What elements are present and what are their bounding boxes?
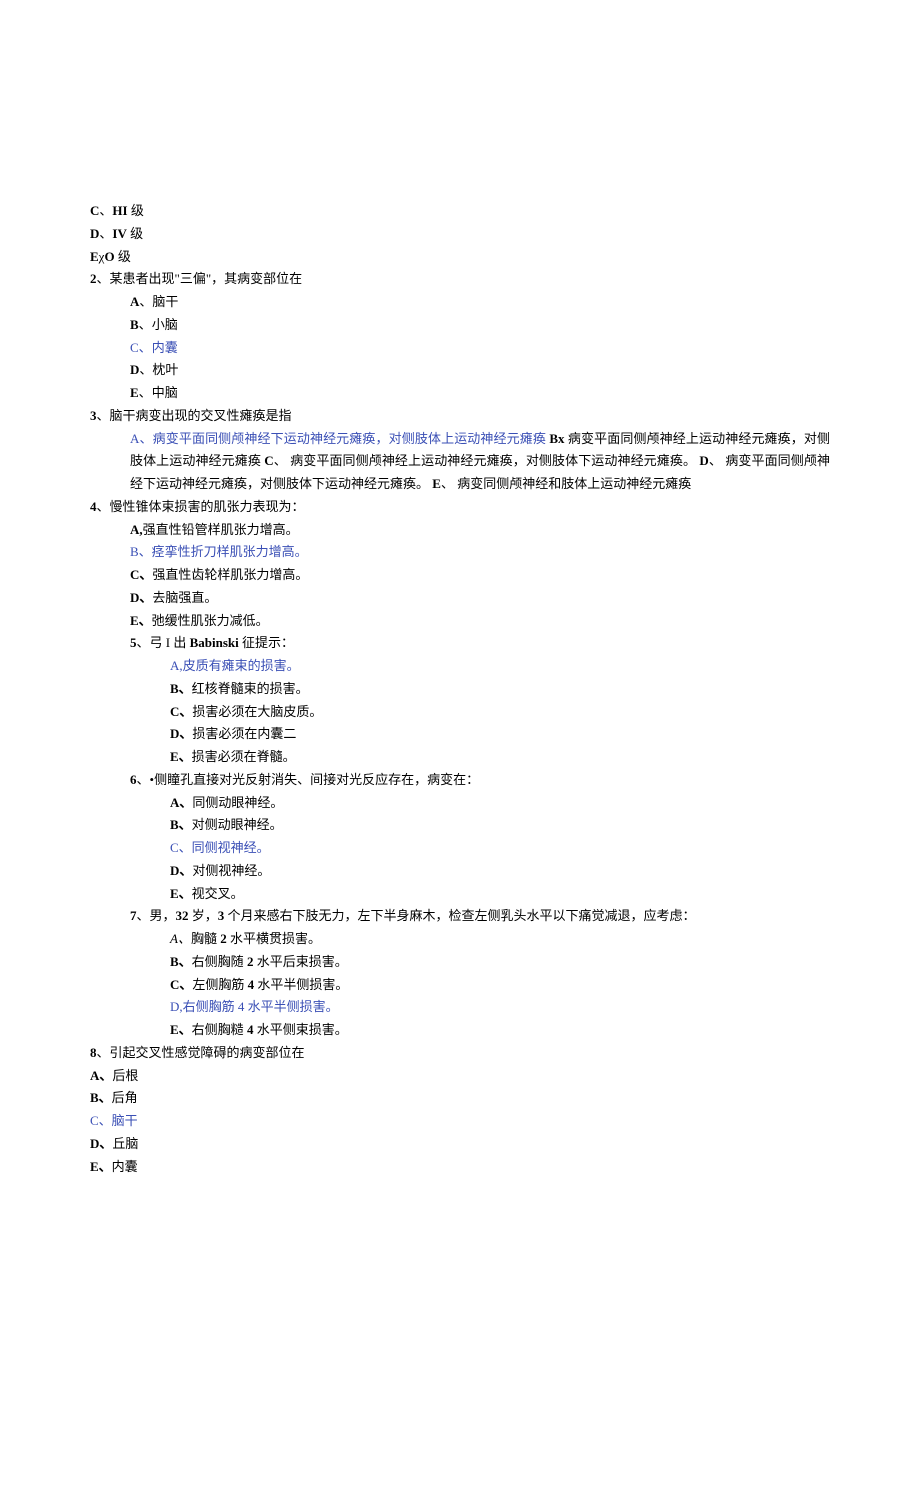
q7-option-d: D,右侧胸筋 4 水平半侧损害。 <box>170 996 830 1019</box>
q8-option-d: D、丘脑 <box>90 1133 830 1156</box>
opt-bold: IV <box>112 226 126 241</box>
q4-stem: 4、慢性锥体束损害的肌张力表现为： <box>90 496 830 519</box>
q6-option-e: E、视交叉。 <box>170 883 830 906</box>
q7-stem: 7、男，32 岁，3 个月来感右下肢无力，左下半身麻木，检查左侧乳头水平以下痛觉… <box>130 905 830 928</box>
q2-stem: 2、某患者出现"三偏"，其病变部位在 <box>90 268 830 291</box>
q2-option-b: B、小脑 <box>130 314 830 337</box>
q4-option-e: E、弛缓性肌张力减低。 <box>130 610 830 633</box>
q8-option-c: C、脑干 <box>90 1110 830 1133</box>
opt-bold: O <box>104 249 114 264</box>
q6-option-b: B、对侧动眼神经。 <box>170 814 830 837</box>
q7-option-c: C、左侧胸筋 4 水平半侧损害。 <box>170 974 830 997</box>
prefix-option-c: C、HI 级 <box>90 200 830 223</box>
q8-option-a: A、后根 <box>90 1065 830 1088</box>
q5-option-b: B、红核脊髓束的损害。 <box>170 678 830 701</box>
q4-option-a: A,强直性铅管样肌张力增高。 <box>130 519 830 542</box>
opt-bold: HI <box>112 203 127 218</box>
q6-option-d: D、对侧视神经。 <box>170 860 830 883</box>
opt-key: C <box>90 203 99 218</box>
q5-option-e: E、损害必须在脊髓。 <box>170 746 830 769</box>
q8-stem: 8、引起交叉性感觉障碍的病变部位在 <box>90 1042 830 1065</box>
q6-stem: 6、•侧瞳孔直接对光反射消失、间接对光反应存在，病变在： <box>130 769 830 792</box>
q-text: 引起交叉性感觉障碍的病变部位在 <box>110 1045 305 1060</box>
q5-option-d: D、损害必须在内囊二 <box>170 723 830 746</box>
q3-stem: 3、脑干病变出现的交叉性瘫痪是指 <box>90 405 830 428</box>
q8-option-e: E、内囊 <box>90 1156 830 1179</box>
q2-option-d: D、枕叶 <box>130 359 830 382</box>
q2-option-a: A、脑干 <box>130 291 830 314</box>
q5-option-c: C、损害必须在大脑皮质。 <box>170 701 830 724</box>
q2-option-e: E、中脑 <box>130 382 830 405</box>
q5-stem: 5、弓 I 出 Babinski 征提示： <box>130 632 830 655</box>
q6-option-a: A、同侧动眼神经。 <box>170 792 830 815</box>
opt-key: E <box>90 249 99 264</box>
prefix-option-e: EχO 级 <box>90 246 830 269</box>
q3-option-c: 病变平面同侧颅神经上运动神经元瘫痪，对侧肢体下运动神经元瘫痪。 <box>290 453 696 468</box>
q4-option-d: D、去脑强直。 <box>130 587 830 610</box>
q4-option-c: C、强直性齿轮样肌张力增高。 <box>130 564 830 587</box>
q5-option-a: A,皮质有瘫束的损害。 <box>170 655 830 678</box>
q7-option-a: A、胸髓 2 水平横贯损害。 <box>170 928 830 951</box>
q8-option-b: B、后角 <box>90 1087 830 1110</box>
q-text: 慢性锥体束损害的肌张力表现为： <box>110 499 305 514</box>
q-text: •侧瞳孔直接对光反射消失、间接对光反应存在，病变在： <box>150 772 480 787</box>
q-text: 脑干病变出现的交叉性瘫痪是指 <box>110 408 292 423</box>
babinski-label: Babinski <box>190 635 239 650</box>
q2-option-c: C、内囊 <box>130 337 830 360</box>
q7-option-e: E、右侧胸糙 4 水平侧束损害。 <box>170 1019 830 1042</box>
opt-key: D <box>90 226 99 241</box>
prefix-option-d: D、IV 级 <box>90 223 830 246</box>
q3-option-a: A、病变平面同侧颅神经下运动神经元瘫痪，对侧肢体上运动神经元瘫痪 <box>130 431 546 446</box>
q4-option-b: B、痉挛性折刀样肌张力增高。 <box>130 541 830 564</box>
q6-option-c: C、同侧视神经。 <box>170 837 830 860</box>
q3-option-e: 病变同侧颅神经和肢体上运动神经元瘫痪 <box>457 476 691 491</box>
q3-option-block: A、病变平面同侧颅神经下运动神经元瘫痪，对侧肢体上运动神经元瘫痪 Bx 病变平面… <box>90 428 830 496</box>
q7-option-b: B、右侧胸随 2 水平后束损害。 <box>170 951 830 974</box>
q-text: 某患者出现"三偏"，其病变部位在 <box>110 271 303 286</box>
